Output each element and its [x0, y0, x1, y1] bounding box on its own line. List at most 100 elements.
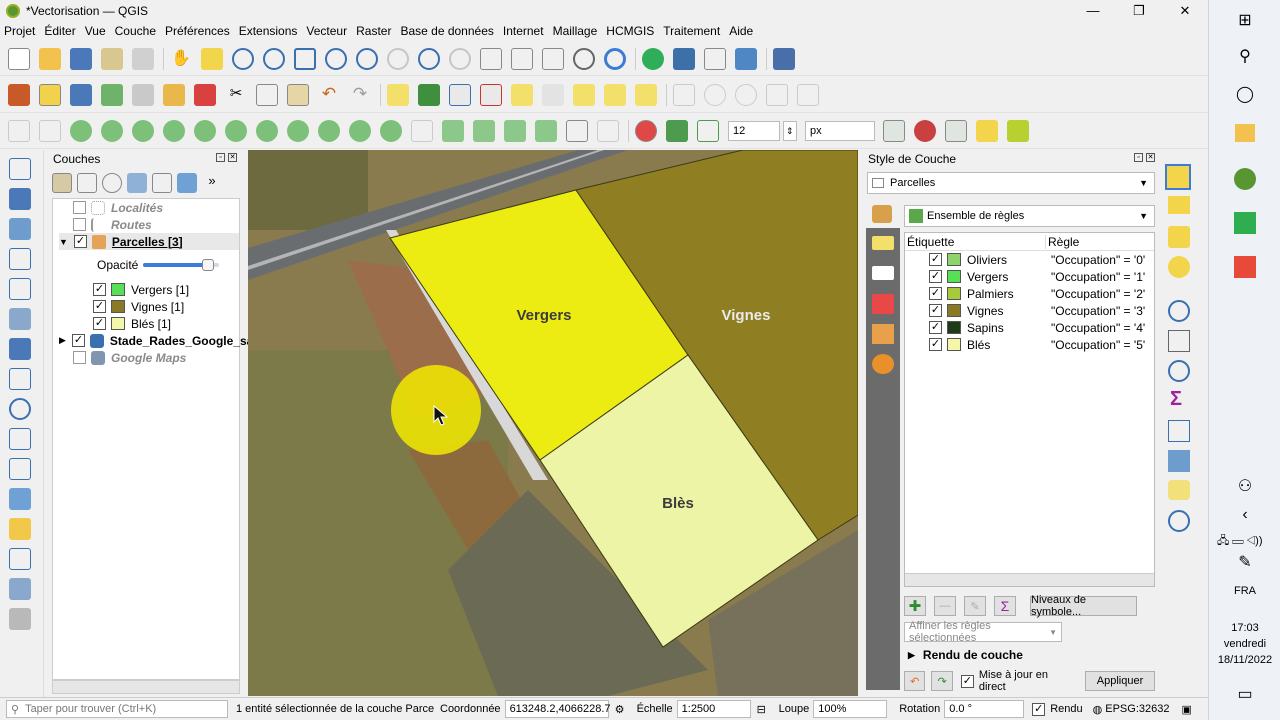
add-wfs-icon[interactable] — [9, 428, 31, 450]
current-edits-icon[interactable] — [8, 83, 30, 106]
masks-abc-icon[interactable] — [872, 266, 894, 280]
offset-features-icon[interactable] — [256, 120, 278, 142]
new-temporary-layer-icon[interactable] — [9, 548, 31, 570]
open-field-calculator-icon[interactable] — [1168, 420, 1190, 442]
label-abc-icon[interactable] — [387, 83, 409, 106]
identify-icon[interactable] — [1168, 300, 1190, 322]
snapping-tolerance-input[interactable]: 12 — [728, 121, 780, 141]
new-bookmark-icon[interactable] — [511, 47, 533, 70]
layer-parcelles[interactable]: ▼ ✓ Parcelles [3] — [59, 233, 239, 250]
offset-curve-icon[interactable] — [39, 120, 61, 142]
rule-checkbox[interactable]: ✓ — [929, 338, 942, 351]
menu-preferences[interactable]: Préférences — [165, 24, 230, 38]
undo-style-icon[interactable]: ↶ — [904, 671, 926, 691]
layer-select[interactable]: Parcelles ▼ — [867, 172, 1155, 194]
history-icon[interactable] — [872, 354, 894, 374]
new-geopackage-layer-icon[interactable] — [9, 518, 31, 540]
modify-attributes-icon[interactable] — [163, 83, 185, 106]
label-rotate-icon[interactable] — [604, 83, 626, 106]
self-snapping-icon[interactable] — [976, 120, 998, 142]
locator-search-input[interactable]: ⚲ Taper pour trouver (Ctrl+K) — [6, 700, 228, 718]
rule-checkbox[interactable]: ✓ — [929, 287, 942, 300]
snap-vertex-icon[interactable] — [666, 120, 688, 142]
new-map-view-icon[interactable] — [480, 47, 502, 70]
reshape-icon[interactable] — [8, 120, 30, 142]
apply-button[interactable]: Appliquer — [1085, 671, 1155, 691]
minimize-button[interactable]: — — [1070, 0, 1116, 21]
add-ellipse-icon[interactable] — [735, 83, 757, 106]
pan-hand-icon[interactable]: ✋ — [170, 48, 192, 70]
layer-checkbox[interactable]: ✓ — [73, 235, 87, 248]
label-pin-icon[interactable] — [449, 83, 471, 106]
save-edits-icon[interactable] — [70, 83, 92, 106]
search-icon[interactable]: ⚲ — [1233, 44, 1257, 68]
zoom-native-icon[interactable] — [387, 47, 409, 70]
label-show-hide-icon[interactable] — [542, 83, 564, 106]
menu-base-de-donnees[interactable]: Base de données — [400, 24, 493, 38]
python-console-icon[interactable] — [673, 47, 695, 70]
add-polygon-icon[interactable] — [101, 83, 123, 106]
diagrams-icon[interactable] — [872, 324, 894, 344]
map-canvas[interactable]: Vergers Vignes Blès — [248, 150, 858, 696]
layer-checkbox[interactable] — [73, 351, 86, 364]
share-plugin-icon[interactable] — [642, 47, 664, 70]
symbol-levels-button[interactable]: Niveaux de symbole... — [1030, 594, 1137, 618]
live-update-checkbox[interactable]: ✓ — [960, 674, 974, 688]
add-spatialite-icon[interactable] — [9, 278, 31, 300]
trim-extend-icon[interactable] — [504, 120, 526, 142]
refine-rules-select[interactable]: Affiner les règles sélectionnées ▼ — [904, 620, 1062, 644]
save-project-icon[interactable] — [70, 47, 92, 70]
layer-checkbox[interactable]: ✓ — [71, 334, 85, 347]
map-tips-icon[interactable] — [1168, 450, 1190, 472]
col-label-header[interactable]: Étiquette — [905, 234, 1046, 249]
rule-checkbox[interactable]: ✓ — [929, 253, 942, 266]
menu-extensions[interactable]: Extensions — [239, 24, 298, 38]
zoom-select-icon[interactable] — [1168, 510, 1190, 532]
temporal-controller-icon[interactable] — [573, 47, 595, 70]
rule-checkbox[interactable]: ✓ — [929, 270, 942, 283]
delete-selected-icon[interactable] — [194, 83, 216, 106]
people-icon[interactable]: ⚇ — [1233, 474, 1257, 498]
add-circle-icon[interactable] — [704, 83, 726, 106]
snap-intersection-icon[interactable] — [914, 120, 936, 142]
zoom-out-icon[interactable] — [263, 47, 285, 70]
new-print-layout-icon[interactable] — [101, 47, 123, 70]
zoom-next-icon[interactable] — [449, 47, 471, 70]
menu-couche[interactable]: Couche — [115, 24, 156, 38]
reshape-features-icon[interactable] — [225, 120, 247, 142]
lock-scale-icon[interactable]: ⊟ — [757, 703, 777, 716]
labels-abc-icon[interactable] — [872, 236, 894, 250]
maximize-button[interactable]: ❐ — [1116, 0, 1162, 21]
float-panel-icon[interactable]: ▫ — [1134, 153, 1143, 162]
menu-vue[interactable]: Vue — [85, 24, 106, 38]
merge-features-icon[interactable] — [349, 120, 371, 142]
clock-time[interactable]: 17:03 — [1209, 622, 1280, 634]
add-mesh-layer-icon[interactable] — [9, 218, 31, 240]
georeferencer-icon[interactable] — [735, 47, 757, 70]
legend-vergers[interactable]: ✓ Vergers [1] — [93, 281, 189, 298]
rule-row[interactable]: ✓ Sapins "Occupation" = '4' — [929, 319, 1154, 336]
legend-checkbox[interactable]: ✓ — [93, 283, 106, 296]
menu-hcmgis[interactable]: HCMGIS — [606, 24, 654, 38]
menu-internet[interactable]: Internet — [503, 24, 544, 38]
help-icon[interactable] — [773, 47, 795, 70]
scale-combo[interactable]: 1:2500 — [676, 700, 751, 718]
rotate-point-symbols-icon[interactable] — [442, 120, 464, 142]
merge-attributes-icon[interactable] — [380, 120, 402, 142]
undo-icon[interactable]: ↶ — [318, 84, 340, 106]
label-unpin-icon[interactable] — [480, 83, 502, 106]
layers-horizontal-scrollbar[interactable] — [52, 680, 240, 694]
annotation-icon[interactable] — [1168, 480, 1190, 500]
legend-checkbox[interactable]: ✓ — [93, 317, 106, 330]
paste-icon[interactable] — [287, 83, 309, 106]
extents-toggle-icon[interactable]: ⚙ — [615, 703, 635, 716]
rule-checkbox[interactable]: ✓ — [929, 321, 942, 334]
zoom-in-icon[interactable] — [232, 47, 254, 70]
filter-expression-icon[interactable] — [152, 173, 172, 193]
task-view-icon[interactable]: ◯ — [1233, 82, 1257, 106]
magnifier-spinbox[interactable]: 100% — [813, 700, 888, 718]
remove-rule-icon[interactable]: — — [934, 596, 956, 616]
topological-editing-icon[interactable] — [883, 120, 905, 142]
copy-icon[interactable] — [256, 83, 278, 106]
cut-icon[interactable]: ✂ — [225, 84, 247, 106]
